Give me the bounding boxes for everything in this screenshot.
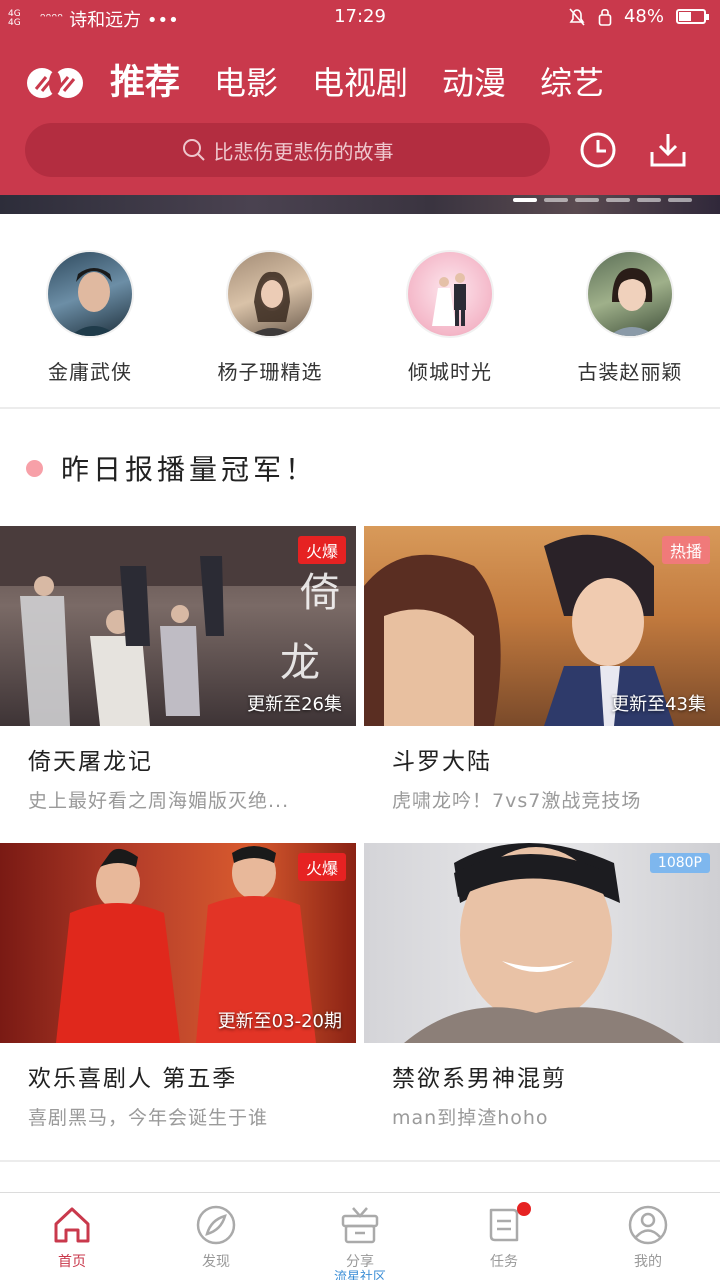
status-right: 48% xyxy=(568,6,709,27)
nav-label: 我的 xyxy=(634,1254,662,1270)
tab-anime[interactable]: 动漫 xyxy=(442,58,506,108)
battery-percent: 48% xyxy=(623,6,664,27)
shortcut-label: 金庸武侠 xyxy=(48,360,132,384)
banner-dot xyxy=(575,198,599,202)
bottom-navigation: 首页 发现 分享 流星社区 任务 我的 xyxy=(0,1193,720,1280)
nav-label: 任务 xyxy=(490,1254,518,1270)
tab-variety[interactable]: 综艺 xyxy=(540,58,604,108)
section-title: 昨日报播量冠军！ xyxy=(61,453,318,486)
video-card[interactable]: 火爆 更新至03-20期 欢乐喜剧人 第五季 喜剧黑马，今年会诞生于谁 xyxy=(0,843,356,1130)
download-icon[interactable] xyxy=(648,130,688,170)
tab-tv-series[interactable]: 电视剧 xyxy=(312,58,408,108)
lock-icon xyxy=(598,8,612,26)
notification-dot xyxy=(517,1202,531,1216)
category-tabs: 推荐 电影 电视剧 动漫 综艺 xyxy=(110,58,604,108)
nav-label: 发现 xyxy=(202,1254,230,1270)
app-logo-icon[interactable] xyxy=(26,65,84,101)
section-header: 昨日报播量冠军！ xyxy=(26,448,317,488)
jinyong-avatar xyxy=(46,250,134,338)
history-clock-icon[interactable] xyxy=(578,130,618,170)
banner-dot xyxy=(513,198,537,202)
zhaoliying-avatar xyxy=(586,250,674,338)
video-card[interactable]: 1080P 禁欲系男神混剪 man到掉渣hoho xyxy=(364,843,720,1130)
video-title: 禁欲系男神混剪 xyxy=(392,1066,567,1092)
category-shortcuts: 金庸武侠 杨子珊精选 倾城时光 古装赵丽颖 xyxy=(0,214,720,408)
episode-status: 更新至03-20期 xyxy=(217,1011,342,1032)
qingcheng-avatar xyxy=(406,250,494,338)
video-title: 欢乐喜剧人 第五季 xyxy=(28,1066,238,1092)
shortcut-yangzishan[interactable]: 杨子珊精选 xyxy=(180,214,360,408)
tab-movies[interactable]: 电影 xyxy=(214,58,278,108)
shortcut-jinyong[interactable]: 金庸武侠 xyxy=(0,214,180,408)
banner-dot xyxy=(637,198,661,202)
shortcut-zhaoliying[interactable]: 古装赵丽颖 xyxy=(540,214,720,408)
battery-fill xyxy=(679,12,691,21)
video-title: 斗罗大陆 xyxy=(392,749,492,775)
silent-bell-icon xyxy=(569,7,585,26)
community-label[interactable]: 流星社区 xyxy=(334,1266,386,1280)
app-header: 4G 4G ᵔᵔᵔᵔ 诗和远方 ••• 17:29 48% 推荐 电影 电视剧 … xyxy=(0,0,720,195)
status-bar: 4G 4G ᵔᵔᵔᵔ 诗和远方 ••• 17:29 48% xyxy=(0,0,720,34)
video-thumbnail: 热播 更新至43集 xyxy=(364,526,720,726)
video-card[interactable]: 热播 更新至43集 斗罗大陆 虎啸龙吟！7vs7激战竞技场 xyxy=(364,526,720,813)
search-bar[interactable]: 比悲伤更悲伤的故事 xyxy=(25,123,550,177)
nav-profile[interactable]: 我的 xyxy=(576,1193,720,1280)
nav-share[interactable]: 分享 流星社区 xyxy=(288,1193,432,1280)
profile-icon xyxy=(628,1205,668,1245)
section-dot-icon xyxy=(26,459,43,477)
banner-carousel[interactable] xyxy=(0,195,720,214)
home-icon xyxy=(54,1207,90,1243)
yangzishan-avatar xyxy=(226,250,314,338)
banner-dot xyxy=(606,198,630,202)
video-title: 倚天屠龙记 xyxy=(28,749,153,775)
nav-tasks[interactable]: 任务 xyxy=(432,1193,576,1280)
search-placeholder: 比悲伤更悲伤的故事 xyxy=(213,139,394,164)
tab-recommend[interactable]: 推荐 xyxy=(110,58,180,108)
episode-status: 更新至43集 xyxy=(611,694,706,715)
banner-dot xyxy=(668,198,692,202)
search-icon xyxy=(182,139,205,161)
shortcut-label: 杨子珊精选 xyxy=(217,360,323,384)
hot-badge: 火爆 xyxy=(297,853,346,881)
video-subtitle: 史上最好看之周海媚版灭绝... xyxy=(28,790,290,812)
video-subtitle: man到掉渣hoho xyxy=(392,1107,549,1129)
compass-icon xyxy=(196,1205,236,1245)
section-divider xyxy=(0,407,720,409)
shortcut-qingcheng[interactable]: 倾城时光 xyxy=(360,214,540,408)
popular-badge: 热播 xyxy=(661,536,710,564)
nav-discover[interactable]: 发现 xyxy=(144,1193,288,1280)
video-subtitle: 喜剧黑马，今年会诞生于谁 xyxy=(28,1107,269,1129)
video-subtitle: 虎啸龙吟！7vs7激战竞技场 xyxy=(392,790,642,812)
nav-label: 首页 xyxy=(58,1254,86,1270)
video-thumbnail: 倚 龙 火爆 更新至26集 xyxy=(0,526,356,726)
svg-text:倚: 倚 xyxy=(300,570,340,616)
nav-home[interactable]: 首页 xyxy=(0,1193,144,1280)
hot-badge: 火爆 xyxy=(297,536,346,564)
episode-status: 更新至26集 xyxy=(247,694,342,715)
video-card[interactable]: 倚 龙 火爆 更新至26集 倚天屠龙记 史上最好看之周海媚版灭绝... xyxy=(0,526,356,813)
banner-dot xyxy=(544,198,568,202)
battery-icon xyxy=(676,9,709,24)
video-thumbnail: 火爆 更新至03-20期 xyxy=(0,843,356,1043)
hd-badge: 1080P xyxy=(649,853,710,873)
video-thumbnail: 1080P xyxy=(364,843,720,1043)
content-divider xyxy=(0,1160,720,1162)
shortcut-label: 倾城时光 xyxy=(408,360,492,384)
shortcut-label: 古装赵丽颖 xyxy=(577,360,683,384)
gift-box-icon xyxy=(341,1207,379,1244)
svg-text:龙: 龙 xyxy=(280,640,320,686)
banner-page-indicator xyxy=(513,198,692,202)
